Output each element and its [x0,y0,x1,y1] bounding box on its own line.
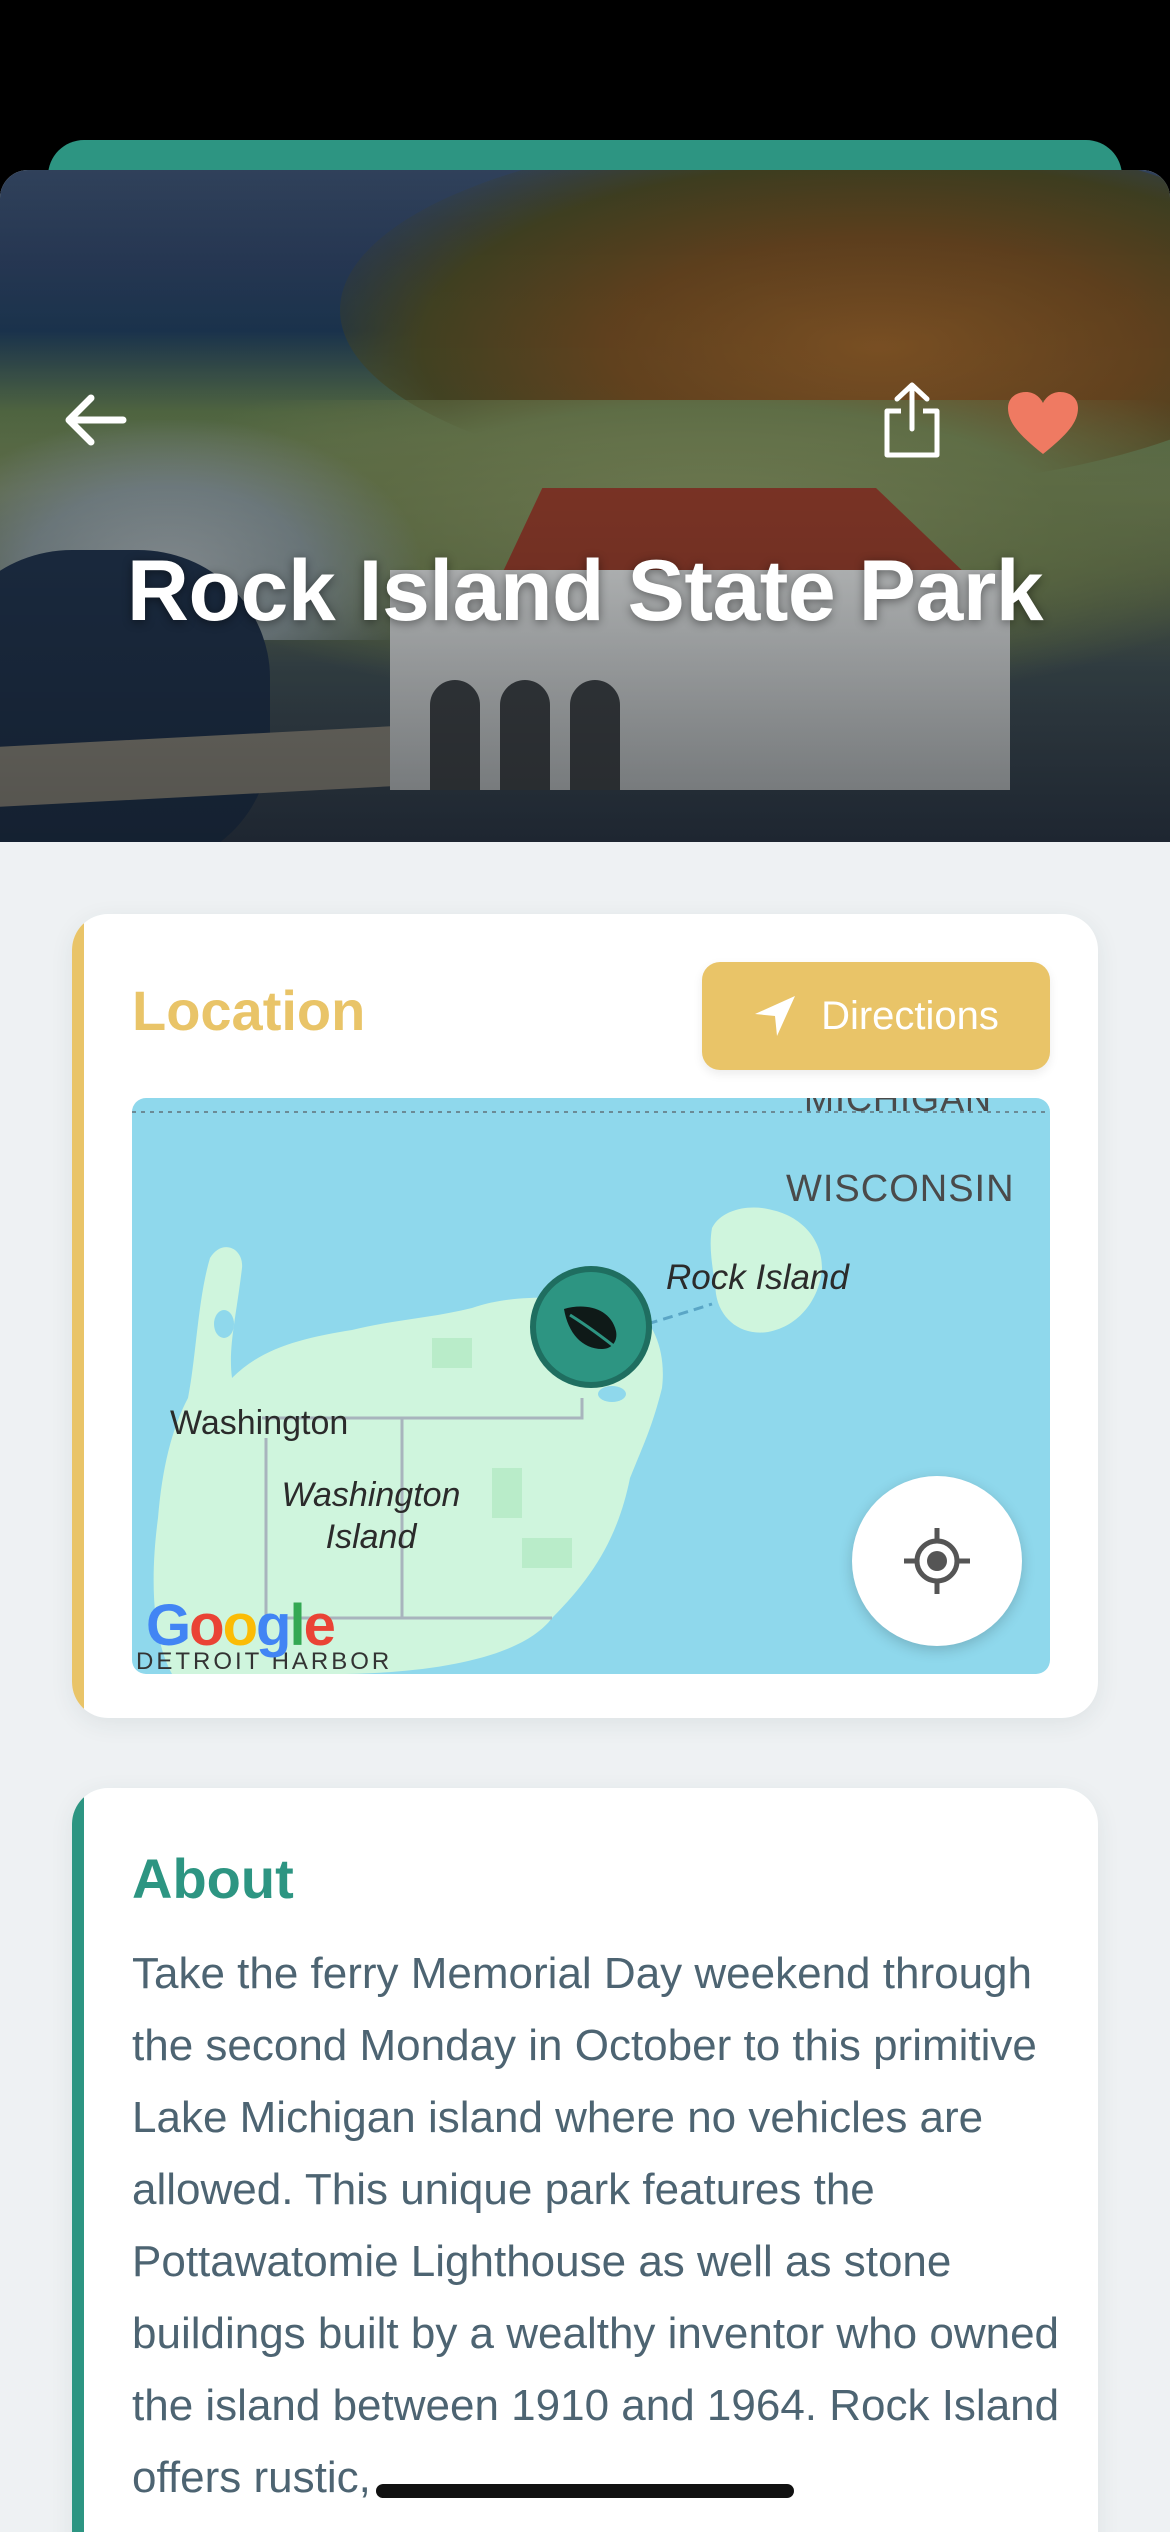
location-card: Location Directions MICHIGAN WISCONSIN R… [72,914,1098,1718]
map-label-michigan: MICHIGAN [804,1098,992,1119]
navigation-arrow-icon [755,996,796,1036]
location-title: Location [132,979,366,1042]
my-location-button[interactable] [852,1476,1022,1646]
park-map-marker[interactable] [530,1266,652,1388]
map-label-washington: Washington [170,1404,349,1442]
share-icon [884,382,940,458]
home-indicator[interactable] [376,2484,794,2498]
directions-button[interactable]: Directions [702,962,1050,1070]
map-view[interactable]: MICHIGAN WISCONSIN Rock Island Washingto… [132,1098,1050,1674]
heart-icon [1008,392,1078,454]
leaf-icon [564,1306,621,1353]
about-card: About Take the ferry Memorial Day weeken… [72,1788,1098,2532]
back-arrow-icon [65,394,127,446]
my-location-icon [904,1528,970,1594]
back-button[interactable] [54,380,134,460]
share-button[interactable] [870,378,954,462]
map-label-washington-island: Washington Island [281,1476,461,1556]
map-label-rock-island: Rock Island [666,1258,849,1297]
google-attribution-logo: Google [146,1593,336,1658]
park-title: Rock Island State Park [126,543,1044,639]
map-label-wisconsin: WISCONSIN [786,1168,1015,1210]
park-detail-sheet: Rock Island State Park Location Directio… [0,170,1170,2532]
about-title: About [132,1847,294,1910]
about-description: Take the ferry Memorial Day weekend thro… [132,1949,1060,2502]
directions-label: Directions [821,993,999,1038]
hero-image: Rock Island State Park [0,170,1170,842]
favorite-button[interactable] [1000,380,1086,466]
